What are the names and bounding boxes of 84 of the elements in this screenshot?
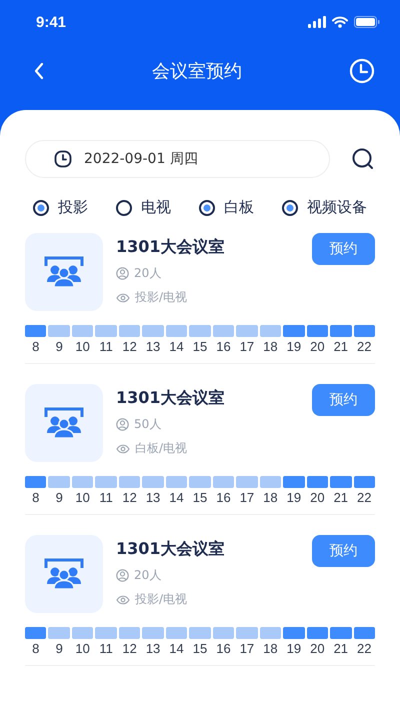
room-equipment: 投影/电视 xyxy=(135,591,188,608)
eye-icon xyxy=(116,594,130,604)
hour-label: 10 xyxy=(75,641,90,656)
hour-label: 15 xyxy=(192,339,208,354)
book-button[interactable]: 预约 xyxy=(312,233,375,265)
hour-label: 22 xyxy=(357,490,372,505)
hour-label: 13 xyxy=(146,339,160,354)
hour-label: 14 xyxy=(169,490,184,505)
hour-label: 11 xyxy=(99,490,113,505)
room-capacity: 20人 xyxy=(134,567,162,584)
hour-label: 15 xyxy=(192,641,208,656)
back-icon[interactable] xyxy=(33,62,45,80)
hour-label: 16 xyxy=(216,490,231,505)
clock-icon[interactable] xyxy=(349,58,375,84)
hour-label: 17 xyxy=(240,339,254,354)
eye-icon xyxy=(116,292,130,302)
hour-label: 14 xyxy=(169,641,184,656)
hour-label: 20 xyxy=(310,490,325,505)
hour-label: 9 xyxy=(56,339,63,354)
hour-label: 22 xyxy=(357,339,372,354)
hour-label: 8 xyxy=(32,490,40,505)
hour-label: 20 xyxy=(310,641,325,656)
page-title: 会议室预约 xyxy=(152,60,242,83)
book-button[interactable]: 预约 xyxy=(312,384,375,416)
hour-label: 16 xyxy=(216,641,231,656)
hour-label: 9 xyxy=(56,641,63,656)
hour-label: 13 xyxy=(146,641,160,656)
hour-label: 10 xyxy=(75,490,90,505)
hour-label: 9 xyxy=(56,490,63,505)
hour-label: 8 xyxy=(32,641,40,656)
meeting-room-icon xyxy=(44,256,84,288)
hour-label: 21 xyxy=(334,490,348,505)
radio-button[interactable] xyxy=(282,200,298,216)
clock-icon xyxy=(54,150,72,168)
meeting-room-icon xyxy=(44,407,84,439)
hour-label: 18 xyxy=(263,339,278,354)
person-icon xyxy=(116,418,129,431)
hour-label: 8 xyxy=(32,339,40,354)
room-name: 1301大会议室 xyxy=(116,539,226,560)
person-icon xyxy=(116,569,129,582)
eye-icon xyxy=(116,444,130,454)
hour-label: 21 xyxy=(334,339,348,354)
filter-label: 白板 xyxy=(224,198,254,217)
hour-label: 10 xyxy=(75,339,90,354)
hour-label: 16 xyxy=(216,339,231,354)
hour-label: 13 xyxy=(146,490,160,505)
hour-label: 17 xyxy=(240,490,254,505)
hour-label: 12 xyxy=(122,490,137,505)
room-capacity: 20人 xyxy=(134,265,162,282)
hour-label: 20 xyxy=(310,339,325,354)
hour-label: 11 xyxy=(99,641,113,656)
filter-label: 电视 xyxy=(141,198,171,217)
hour-label: 12 xyxy=(122,339,137,354)
room-capacity: 50人 xyxy=(134,416,162,433)
hour-label: 12 xyxy=(122,641,137,656)
hour-label: 18 xyxy=(263,490,278,505)
room-equipment: 投影/电视 xyxy=(135,289,188,306)
hour-label: 19 xyxy=(286,339,302,354)
meeting-room-icon xyxy=(44,558,84,590)
room-equipment: 白板/电视 xyxy=(135,440,188,457)
hour-label: 14 xyxy=(169,339,184,354)
hour-label: 19 xyxy=(286,490,302,505)
hour-label: 17 xyxy=(240,641,254,656)
wifi-icon xyxy=(332,16,348,28)
status-time: 9:41 xyxy=(36,14,66,30)
filter-label: 视频设备 xyxy=(307,198,367,217)
person-icon xyxy=(116,267,129,280)
room-name: 1301大会议室 xyxy=(116,388,226,409)
battery-icon xyxy=(354,16,380,28)
signal-icon xyxy=(308,16,326,28)
hour-label: 11 xyxy=(99,339,113,354)
filter-label: 投影 xyxy=(58,198,88,217)
radio-button[interactable] xyxy=(33,200,49,216)
hour-label: 15 xyxy=(192,490,208,505)
radio-button[interactable] xyxy=(116,200,132,216)
hour-label: 21 xyxy=(334,641,348,656)
room-name: 1301大会议室 xyxy=(116,237,226,258)
search-icon[interactable] xyxy=(351,147,375,171)
hour-label: 22 xyxy=(357,641,372,656)
book-button[interactable]: 预约 xyxy=(312,535,375,567)
date-field[interactable]: 2022-09-01 周四 xyxy=(25,140,330,178)
radio-button[interactable] xyxy=(199,200,215,216)
hour-label: 19 xyxy=(286,641,302,656)
hour-label: 18 xyxy=(263,641,278,656)
